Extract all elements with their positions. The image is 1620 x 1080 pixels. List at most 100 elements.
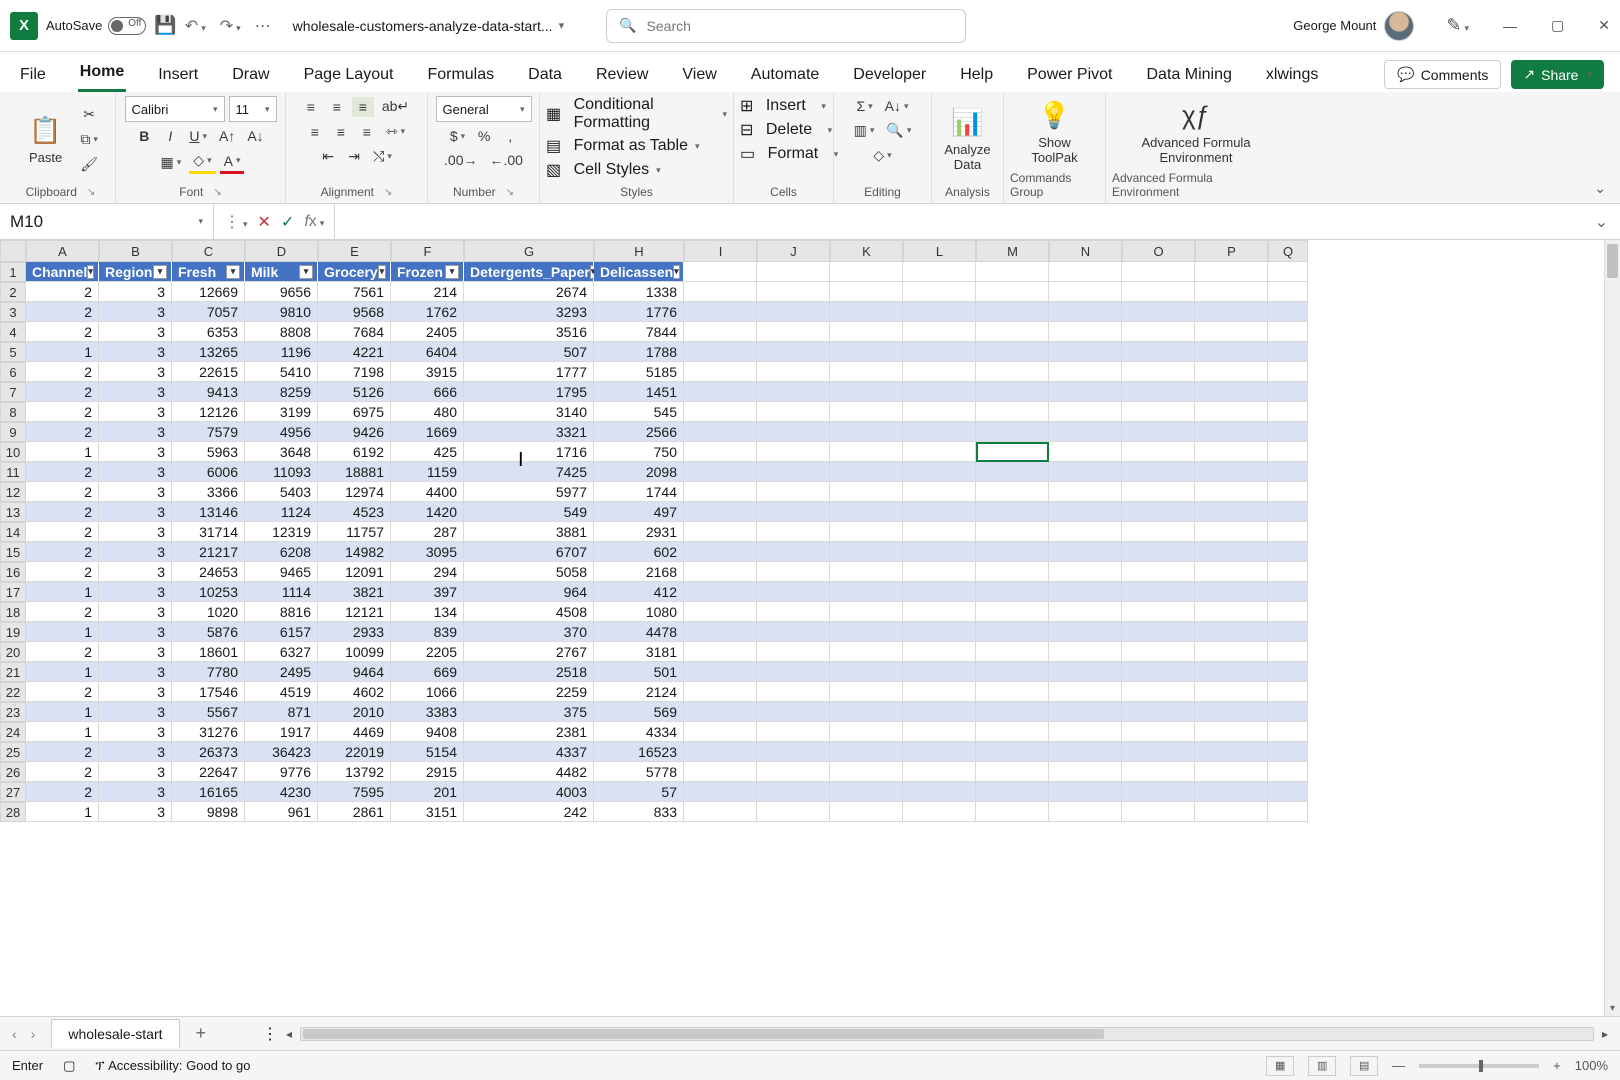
cell-Q8[interactable] [1268,402,1308,422]
cell-K28[interactable] [830,802,903,822]
cell-C21[interactable]: 7780 [172,662,245,682]
cell-B16[interactable]: 3 [99,562,172,582]
increase-font-icon[interactable]: A↑ [215,126,239,146]
cell-A10[interactable]: 1 [26,442,99,462]
cell-C6[interactable]: 22615 [172,362,245,382]
cell-L19[interactable] [903,622,976,642]
cell-F24[interactable]: 9408 [391,722,464,742]
cell-M25[interactable] [976,742,1049,762]
cell-H4[interactable]: 7844 [594,322,684,342]
cell-L17[interactable] [903,582,976,602]
cell-M12[interactable] [976,482,1049,502]
afe-button[interactable]: χƒ Advanced Formula Environment [1131,96,1260,169]
cell-E24[interactable]: 4469 [318,722,391,742]
cell-N7[interactable] [1049,382,1122,402]
delete-button[interactable]: ⊟ Delete ▾ [740,120,832,140]
cell[interactable] [903,262,976,282]
cell-O3[interactable] [1122,302,1195,322]
cell-N3[interactable] [1049,302,1122,322]
cell-N24[interactable] [1049,722,1122,742]
col-header-B[interactable]: B [99,240,172,262]
cell-N18[interactable] [1049,602,1122,622]
cell-D24[interactable]: 1917 [245,722,318,742]
cell-O8[interactable] [1122,402,1195,422]
cell-Q3[interactable] [1268,302,1308,322]
cell-B4[interactable]: 3 [99,322,172,342]
cell[interactable] [684,262,757,282]
cell-K5[interactable] [830,342,903,362]
filter-icon[interactable]: ▾ [673,265,680,279]
cell-G27[interactable]: 4003 [464,782,594,802]
cell-K6[interactable] [830,362,903,382]
cell-H2[interactable]: 1338 [594,282,684,302]
vertical-scrollbar[interactable]: ▴ ▾ [1604,240,1620,1016]
cell-H7[interactable]: 1451 [594,382,684,402]
cell-F19[interactable]: 839 [391,622,464,642]
cell-F3[interactable]: 1762 [391,302,464,322]
cell-P25[interactable] [1195,742,1268,762]
cell-L13[interactable] [903,502,976,522]
redo-icon[interactable]: ↷▾ [220,16,241,36]
cell-Q27[interactable] [1268,782,1308,802]
cell-I13[interactable] [684,502,757,522]
cell-M23[interactable] [976,702,1049,722]
cell-B2[interactable]: 3 [99,282,172,302]
cell-G7[interactable]: 1795 [464,382,594,402]
cell-A2[interactable]: 2 [26,282,99,302]
cell-O4[interactable] [1122,322,1195,342]
cell-D12[interactable]: 5403 [245,482,318,502]
cell-Q13[interactable] [1268,502,1308,522]
sheet-next-icon[interactable]: › [31,1026,36,1042]
row-header-23[interactable]: 23 [0,702,26,722]
cell-K16[interactable] [830,562,903,582]
cell-P16[interactable] [1195,562,1268,582]
cell-F28[interactable]: 3151 [391,802,464,822]
cell-J17[interactable] [757,582,830,602]
cell-C8[interactable]: 12126 [172,402,245,422]
cell-H15[interactable]: 602 [594,542,684,562]
cell-M22[interactable] [976,682,1049,702]
col-header-M[interactable]: M [976,240,1049,262]
cell-E23[interactable]: 2010 [318,702,391,722]
row-header-5[interactable]: 5 [0,342,26,362]
cell-D28[interactable]: 961 [245,802,318,822]
cell-M6[interactable] [976,362,1049,382]
cell-D21[interactable]: 2495 [245,662,318,682]
table-header-milk[interactable]: Milk▾ [245,262,318,282]
cell-P13[interactable] [1195,502,1268,522]
new-sheet-button[interactable]: + [196,1023,207,1044]
cell-I2[interactable] [684,282,757,302]
cell-J7[interactable] [757,382,830,402]
cell-E27[interactable]: 7595 [318,782,391,802]
cell-G21[interactable]: 2518 [464,662,594,682]
sheet-prev-icon[interactable]: ‹ [12,1026,17,1042]
cell-E28[interactable]: 2861 [318,802,391,822]
cell-E26[interactable]: 13792 [318,762,391,782]
cell-G5[interactable]: 507 [464,342,594,362]
cell-E25[interactable]: 22019 [318,742,391,762]
cell-F15[interactable]: 3095 [391,542,464,562]
table-header-frozen[interactable]: Frozen▾ [391,262,464,282]
share-button[interactable]: ↗ Share ▾ [1511,60,1604,89]
coming-soon-icon[interactable]: ✎▾ [1446,15,1469,36]
cell-O14[interactable] [1122,522,1195,542]
cell-J8[interactable] [757,402,830,422]
cell-I23[interactable] [684,702,757,722]
cell-D10[interactable]: 3648 [245,442,318,462]
cell-C12[interactable]: 3366 [172,482,245,502]
cell-D22[interactable]: 4519 [245,682,318,702]
row-header-19[interactable]: 19 [0,622,26,642]
scroll-right-icon[interactable]: ▸ [1602,1027,1608,1041]
cell-H19[interactable]: 4478 [594,622,684,642]
cell-O5[interactable] [1122,342,1195,362]
cell-Q10[interactable] [1268,442,1308,462]
row-header-18[interactable]: 18 [0,602,26,622]
tab-xlwings[interactable]: xlwings [1264,58,1320,92]
dialog-launcher-icon[interactable]: ↘ [506,187,514,198]
cell-G25[interactable]: 4337 [464,742,594,762]
cell-L14[interactable] [903,522,976,542]
cell-Q22[interactable] [1268,682,1308,702]
row-header-1[interactable]: 1 [0,262,26,282]
cell-G14[interactable]: 3881 [464,522,594,542]
page-layout-view-icon[interactable]: ▥ [1308,1056,1336,1076]
